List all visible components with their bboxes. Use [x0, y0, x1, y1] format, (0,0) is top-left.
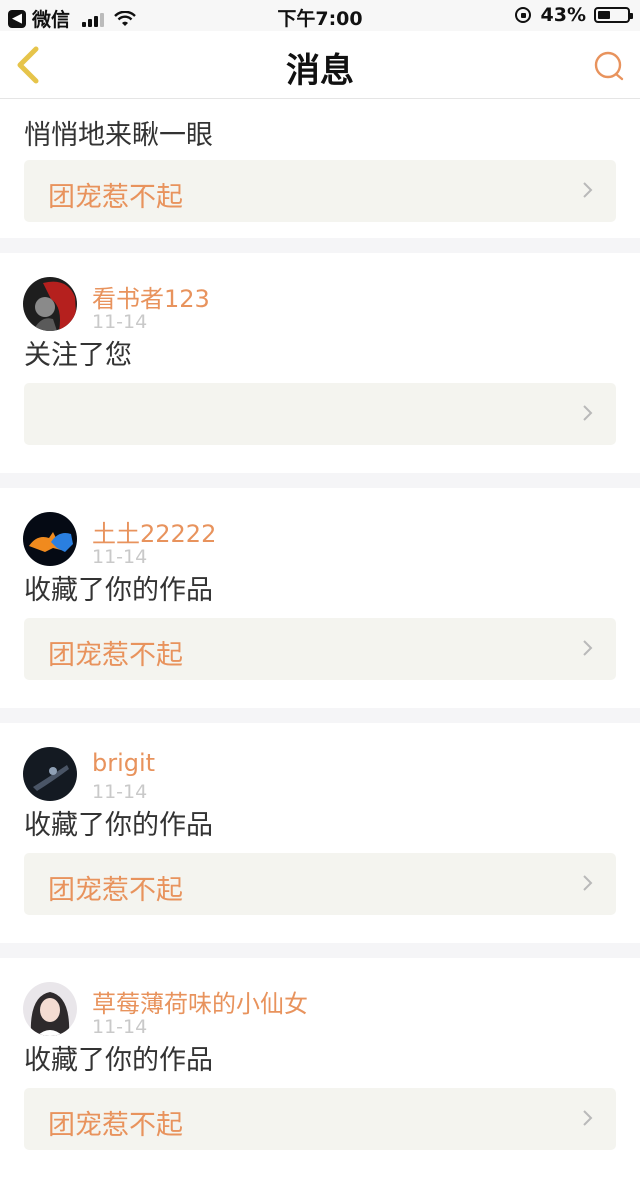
- work-link[interactable]: 团宠惹不起: [24, 1088, 616, 1150]
- message-action: 悄悄地来瞅一眼: [24, 120, 213, 151]
- battery-percent: 43%: [540, 4, 586, 26]
- message-date: 11-14: [92, 1016, 148, 1038]
- page-title: 消息: [286, 51, 354, 91]
- user-row: 看书者123 11-14: [0, 253, 640, 333]
- work-link[interactable]: 团宠惹不起: [24, 618, 616, 680]
- message-item: 看书者123 11-14 关注了您: [0, 253, 640, 473]
- orientation-lock-icon: [514, 7, 531, 23]
- battery-icon: [594, 7, 633, 23]
- divider: [0, 473, 640, 488]
- status-bar: ◀ 微信 下午7:00 43%: [0, 0, 640, 31]
- work-title: 团宠惹不起: [48, 875, 183, 906]
- message-date: 11-14: [92, 781, 148, 803]
- user-row: brigit 11-14: [0, 723, 640, 803]
- user-row: 草莓薄荷味的小仙女 11-14: [0, 958, 640, 1038]
- message-item: 草莓薄荷味的小仙女 11-14 收藏了你的作品 团宠惹不起: [0, 958, 640, 1178]
- work-title: 团宠惹不起: [48, 640, 183, 671]
- divider: [0, 943, 640, 958]
- username[interactable]: 看书者123: [92, 279, 210, 314]
- chevron-right-icon: [583, 182, 593, 198]
- username[interactable]: 土土22222: [92, 514, 216, 549]
- avatar[interactable]: [23, 982, 77, 1036]
- user-row: 土土22222 11-14: [0, 488, 640, 568]
- message-date: 11-14: [92, 546, 148, 568]
- message-feed: 悄悄地来瞅一眼 团宠惹不起 看书者123 11-14 关注了您 土土22222 …: [0, 99, 640, 1178]
- avatar[interactable]: [23, 512, 77, 566]
- message-item: 土土22222 11-14 收藏了你的作品 团宠惹不起: [0, 488, 640, 708]
- divider: [0, 708, 640, 723]
- divider: [0, 238, 640, 253]
- chevron-right-icon: [583, 640, 593, 656]
- work-link[interactable]: [24, 383, 616, 445]
- avatar[interactable]: [23, 277, 77, 331]
- search-icon[interactable]: [592, 49, 626, 83]
- status-right: 43%: [514, 4, 633, 26]
- chevron-right-icon: [583, 1110, 593, 1126]
- chevron-right-icon: [583, 875, 593, 891]
- message-item: 悄悄地来瞅一眼 团宠惹不起: [0, 99, 640, 238]
- work-title: 团宠惹不起: [48, 1110, 183, 1141]
- username[interactable]: 草莓薄荷味的小仙女: [92, 984, 308, 1019]
- work-title: 团宠惹不起: [48, 182, 183, 213]
- message-date: 11-14: [92, 311, 148, 333]
- message-item: brigit 11-14 收藏了你的作品 团宠惹不起: [0, 723, 640, 943]
- nav-bar: 消息: [0, 31, 640, 99]
- battery-fill: [598, 11, 610, 19]
- avatar[interactable]: [23, 747, 77, 801]
- work-link[interactable]: 团宠惹不起: [24, 853, 616, 915]
- chevron-right-icon: [583, 405, 593, 421]
- work-link[interactable]: 团宠惹不起: [24, 160, 616, 222]
- username[interactable]: brigit: [92, 749, 155, 777]
